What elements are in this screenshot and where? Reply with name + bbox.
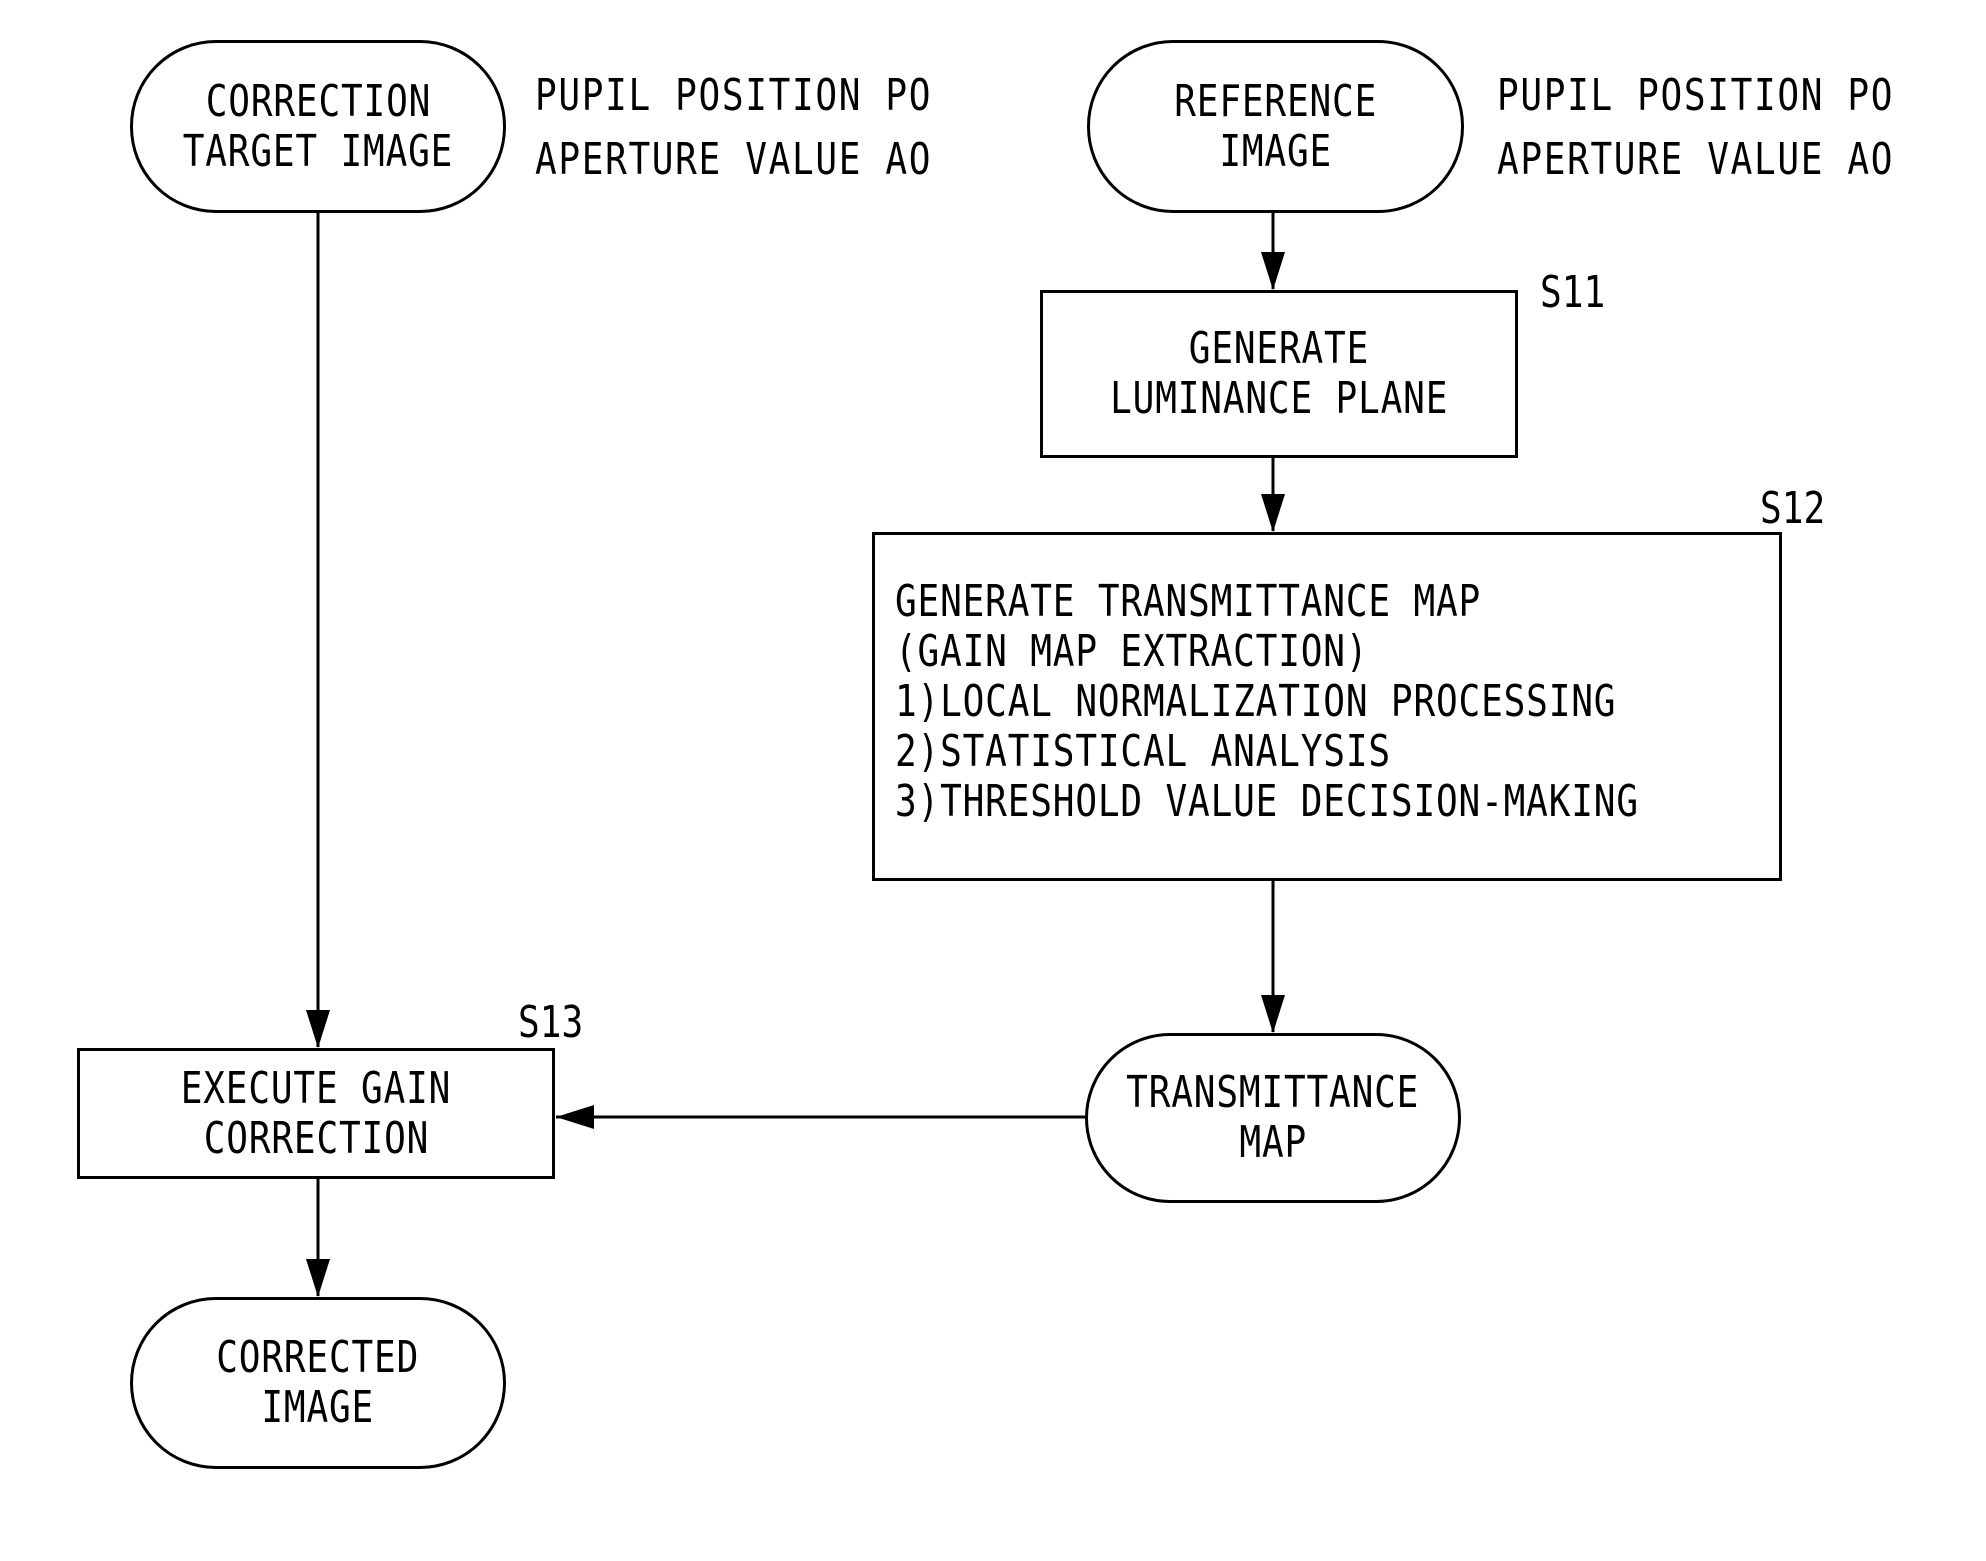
step-subtitle: (GAIN MAP EXTRACTION): [895, 626, 1369, 677]
node-label: LUMINANCE PLANE: [1109, 373, 1449, 424]
step-description: GENERATE TRANSMITTANCE MAP (GAIN MAP EXT…: [895, 577, 1802, 827]
step-title: GENERATE TRANSMITTANCE MAP: [895, 576, 1482, 627]
arrowhead-icon: [1261, 494, 1285, 532]
correction-target-annotation: PUPIL POSITION PO APERTURE VALUE AO: [535, 64, 932, 192]
arrowhead-icon: [1261, 995, 1285, 1033]
arrowhead-icon: [306, 1010, 330, 1048]
arrowhead-icon: [306, 1259, 330, 1297]
node-label: EXECUTE GAIN: [180, 1062, 452, 1114]
pupil-position-text: PUPIL POSITION PO: [1497, 70, 1895, 121]
step-label-s12: S12: [1760, 483, 1826, 534]
node-label: IMAGE: [1219, 125, 1332, 177]
step-label-s13: S13: [518, 997, 584, 1048]
generate-luminance-plane-step[interactable]: GENERATE LUMINANCE PLANE: [1040, 290, 1518, 458]
generate-transmittance-map-step[interactable]: GENERATE TRANSMITTANCE MAP (GAIN MAP EXT…: [872, 532, 1782, 881]
substep-item: 1)LOCAL NORMALIZATION PROCESSING: [895, 676, 1617, 727]
step-label-s11: S11: [1540, 267, 1606, 318]
arrowhead-icon: [1261, 252, 1285, 290]
node-label: MAP: [1239, 1117, 1307, 1168]
node-label: REFERENCE: [1174, 75, 1377, 127]
node-label: CORRECTION: [203, 1112, 429, 1164]
transmittance-map-node[interactable]: TRANSMITTANCE MAP: [1085, 1033, 1461, 1203]
pupil-position-text: PUPIL POSITION PO: [535, 70, 933, 121]
aperture-value-text: APERTURE VALUE AO: [1497, 134, 1895, 185]
node-label: IMAGE: [261, 1382, 375, 1433]
arrowhead-icon: [556, 1105, 594, 1129]
node-label: CORRECTED: [216, 1332, 420, 1383]
node-label: TRANSMITTANCE: [1126, 1067, 1420, 1118]
reference-annotation: PUPIL POSITION PO APERTURE VALUE AO: [1497, 64, 1894, 192]
aperture-value-text: APERTURE VALUE AO: [535, 134, 933, 185]
substep-item: 3)THRESHOLD VALUE DECISION-MAKING: [895, 776, 1639, 827]
corrected-image-node[interactable]: CORRECTED IMAGE: [130, 1297, 506, 1469]
node-label: TARGET IMAGE: [182, 125, 454, 177]
execute-gain-correction-step[interactable]: EXECUTE GAIN CORRECTION: [77, 1048, 555, 1179]
reference-image-node[interactable]: REFERENCE IMAGE: [1087, 40, 1464, 213]
node-label: CORRECTION: [205, 75, 431, 127]
substep-item: 2)STATISTICAL ANALYSIS: [895, 726, 1391, 777]
correction-target-image-node[interactable]: CORRECTION TARGET IMAGE: [130, 40, 506, 213]
node-label: GENERATE: [1188, 323, 1370, 374]
